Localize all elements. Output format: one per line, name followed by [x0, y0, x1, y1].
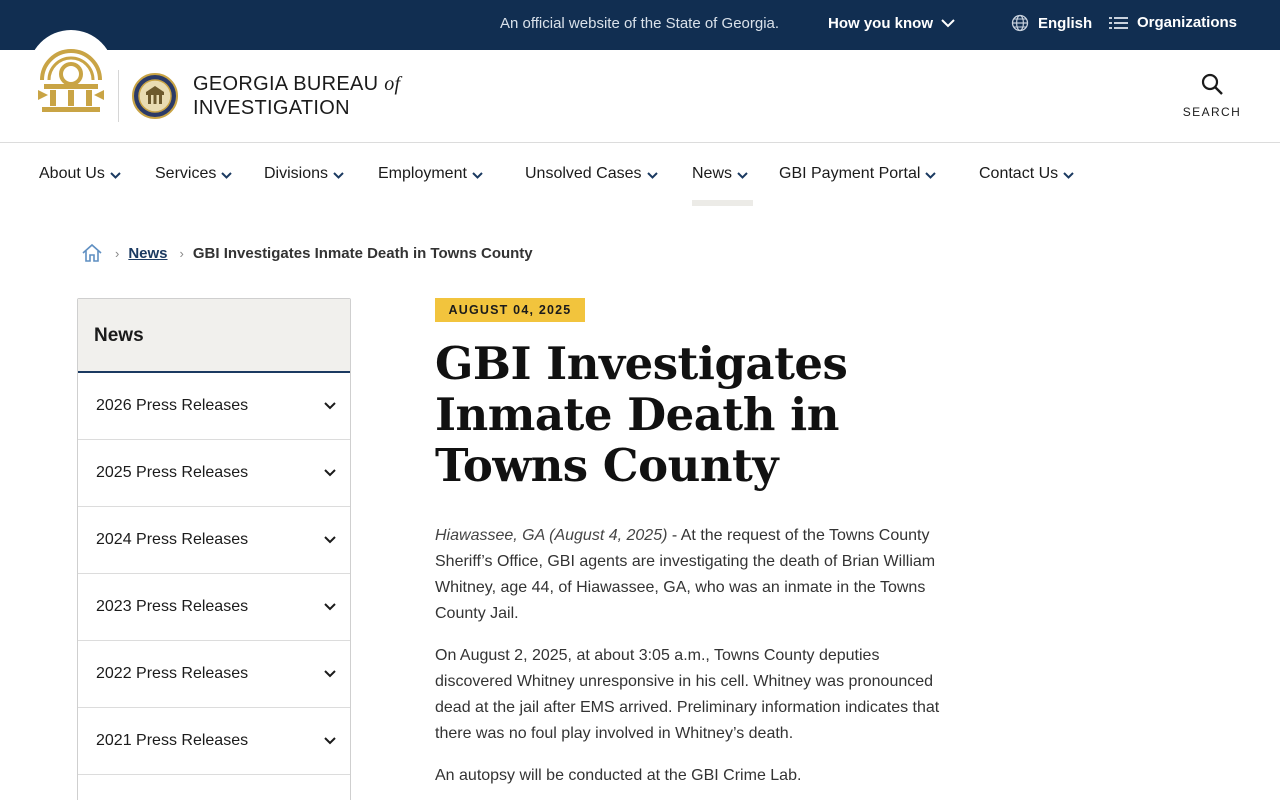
official-site-text: An official website of the State of Geor…: [500, 15, 780, 32]
nav-gbi-payment-portal[interactable]: GBI Payment Portal: [779, 165, 937, 183]
chevron-down-icon: [646, 171, 658, 179]
official-site-banner: An official website of the State of Geor…: [0, 0, 1280, 50]
chevron-down-icon: [110, 171, 121, 179]
nav-active-indicator: [692, 200, 753, 206]
gbi-badge-icon: [132, 73, 178, 119]
globe-icon: [1011, 14, 1029, 32]
breadcrumb-news-link[interactable]: News: [128, 245, 167, 262]
home-icon[interactable]: [81, 243, 103, 263]
site-header: GEORGIA BUREAU of INVESTIGATION SEARCH: [0, 30, 1280, 143]
article-body: Hiawassee, GA (August 4, 2025) - At the …: [435, 523, 955, 800]
main-nav: About Us Services Divisions Employment U…: [0, 143, 1280, 206]
agency-line2: INVESTIGATION: [193, 97, 350, 119]
georgia-seal-icon: [38, 49, 104, 112]
nav-label: Unsolved Cases: [525, 165, 642, 182]
organizations-label: Organizations: [1137, 14, 1238, 31]
chevron-right-icon: ›: [179, 245, 184, 261]
nav-label: Contact Us: [979, 165, 1059, 182]
chevron-down-icon: [324, 670, 336, 678]
list-icon: [1109, 16, 1128, 29]
search-icon: [1201, 73, 1223, 95]
sidebar-item-2021[interactable]: 2021 Press Releases: [78, 708, 350, 775]
nav-label: About Us: [39, 165, 105, 182]
article-date-badge: AUGUST 04, 2025: [435, 298, 585, 322]
search-button[interactable]: SEARCH: [1180, 72, 1244, 119]
news-sidebar: News 2026 Press Releases 2025 Press Rele…: [77, 298, 351, 800]
chevron-down-icon: [941, 19, 955, 28]
article-paragraph: Hiawassee, GA (August 4, 2025) - At the …: [435, 523, 955, 627]
nav-label: News: [692, 165, 733, 182]
article-dateline: Hiawassee, GA (August 4, 2025): [435, 527, 668, 544]
agency-line1: GEORGIA BUREAU: [193, 73, 379, 95]
how-you-know-toggle[interactable]: How you know: [828, 15, 955, 32]
chevron-down-icon: [324, 469, 336, 477]
breadcrumb: › News › GBI Investigates Inmate Death i…: [81, 243, 533, 263]
breadcrumb-current: GBI Investigates Inmate Death in Towns C…: [192, 244, 533, 262]
article-paragraph: An autopsy will be conducted at the GBI …: [435, 767, 802, 784]
nav-unsolved-cases[interactable]: Unsolved Cases: [525, 165, 658, 183]
nav-services[interactable]: Services: [155, 165, 233, 183]
sidebar-item-label: 2024 Press Releases: [96, 531, 249, 548]
chevron-down-icon: [324, 536, 336, 544]
sidebar-item-label: 2022 Press Releases: [96, 665, 249, 682]
chevron-down-icon: [737, 171, 748, 179]
header-divider: [118, 70, 119, 122]
sidebar-item-label: 2025 Press Releases: [96, 464, 249, 481]
sidebar-item-label: 2023 Press Releases: [96, 598, 249, 615]
nav-label: GBI Payment Portal: [779, 165, 921, 182]
nav-news[interactable]: News: [692, 165, 748, 183]
sidebar-item-2025[interactable]: 2025 Press Releases: [78, 440, 350, 507]
article-title: GBI Investigates Inmate Death in Towns C…: [435, 337, 848, 492]
chevron-down-icon: [333, 171, 344, 179]
chevron-right-icon: ›: [115, 245, 120, 261]
sidebar-heading: News: [78, 299, 350, 373]
nav-label: Employment: [378, 165, 467, 182]
how-you-know-label: How you know: [828, 15, 933, 32]
search-label: SEARCH: [1182, 105, 1242, 119]
sidebar-item-2024[interactable]: 2024 Press Releases: [78, 507, 350, 574]
chevron-down-icon: [324, 603, 336, 611]
sidebar-item-label: 2021 Press Releases: [96, 732, 249, 749]
georgia-state-seal-link[interactable]: [28, 30, 114, 116]
sidebar-item-label: 2026 Press Releases: [96, 397, 249, 414]
sidebar-item-2023[interactable]: 2023 Press Releases: [78, 574, 350, 641]
organizations-menu[interactable]: Organizations: [1109, 14, 1237, 31]
nav-employment[interactable]: Employment: [378, 165, 483, 183]
chevron-down-icon: [925, 171, 937, 179]
nav-about-us[interactable]: About Us: [39, 165, 121, 183]
article-paragraph: On August 2, 2025, at about 3:05 a.m., T…: [435, 647, 940, 742]
chevron-down-icon: [324, 402, 336, 410]
sidebar-item-2022[interactable]: 2022 Press Releases: [78, 641, 350, 708]
language-selector[interactable]: English: [1011, 14, 1092, 32]
nav-contact-us[interactable]: Contact Us: [979, 165, 1074, 183]
sidebar-item-2026[interactable]: 2026 Press Releases: [78, 373, 350, 440]
nav-label: Services: [155, 165, 217, 182]
agency-of: of: [384, 73, 401, 95]
chevron-down-icon: [1063, 171, 1074, 179]
nav-label: Divisions: [264, 165, 329, 182]
chevron-down-icon: [472, 171, 483, 179]
chevron-down-icon: [221, 171, 233, 179]
chevron-down-icon: [324, 737, 336, 745]
agency-name[interactable]: GEORGIA BUREAU of INVESTIGATION: [193, 72, 400, 120]
nav-divisions[interactable]: Divisions: [264, 165, 344, 183]
language-label: English: [1038, 14, 1093, 32]
